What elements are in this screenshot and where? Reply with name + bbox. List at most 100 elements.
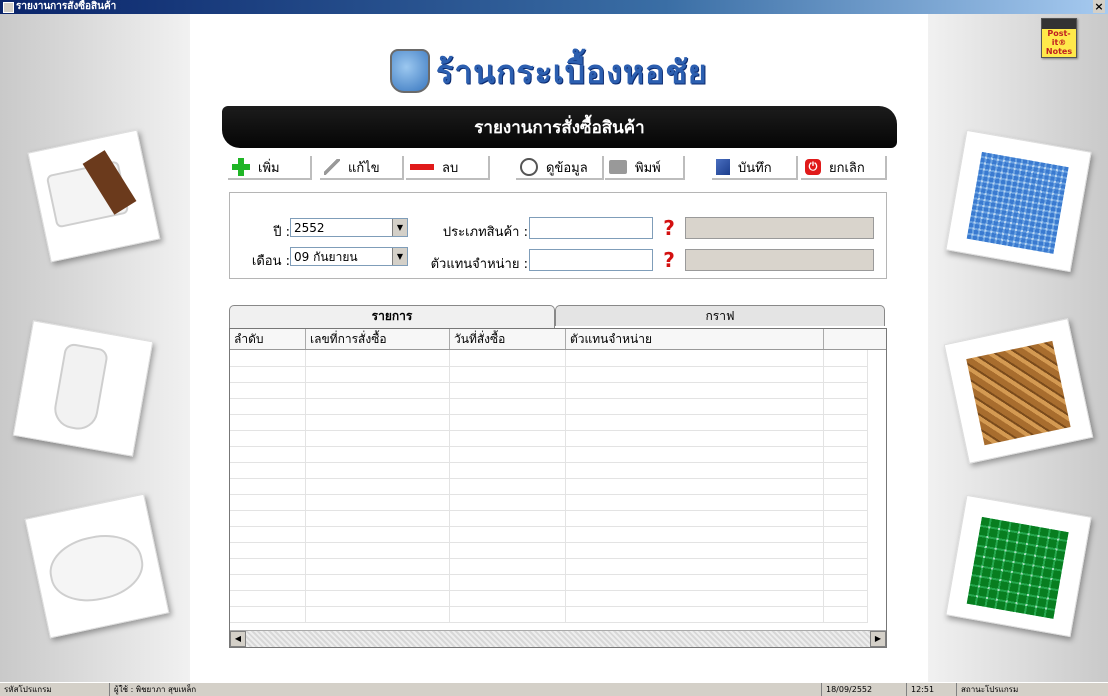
table-cell bbox=[306, 526, 450, 542]
delete-label: ลบ bbox=[442, 160, 459, 176]
month-select[interactable]: 09 กันยายน ▼ bbox=[290, 247, 408, 266]
table-cell bbox=[566, 446, 824, 462]
table-cell bbox=[824, 558, 868, 574]
table-row[interactable] bbox=[230, 478, 868, 495]
col-header-agent[interactable]: ตัวแทนจำหน่าย bbox=[566, 329, 824, 349]
table-row[interactable] bbox=[230, 542, 868, 559]
table-cell bbox=[230, 446, 306, 462]
table-row[interactable] bbox=[230, 526, 868, 543]
table-row[interactable] bbox=[230, 350, 868, 367]
edit-label: แก้ไข bbox=[348, 160, 380, 176]
table-cell bbox=[450, 478, 566, 494]
table-cell bbox=[566, 558, 824, 574]
table-row[interactable] bbox=[230, 462, 868, 479]
table-cell bbox=[306, 366, 450, 382]
table-cell bbox=[566, 510, 824, 526]
col-header-order-no[interactable]: เลขที่การสั่งซื้อ bbox=[306, 329, 450, 349]
cancel-button[interactable]: ⏻ ยกเลิก bbox=[801, 156, 887, 180]
status-bar: รหัสโปรแกรม ผู้ใช้ : พิชยาภา สุขเหล็ก 18… bbox=[0, 682, 1108, 696]
printer-icon bbox=[609, 160, 627, 174]
close-button[interactable]: × bbox=[1093, 0, 1105, 13]
table-cell bbox=[450, 414, 566, 430]
table-row[interactable] bbox=[230, 574, 868, 591]
table-row[interactable] bbox=[230, 606, 868, 623]
col-header-extra bbox=[824, 329, 886, 349]
table-cell bbox=[450, 446, 566, 462]
add-button[interactable]: เพิ่ม bbox=[228, 156, 312, 180]
table-cell bbox=[566, 590, 824, 606]
table-cell bbox=[566, 398, 824, 414]
tab-list[interactable]: รายการ bbox=[229, 305, 555, 328]
product-type-help-icon[interactable]: ? bbox=[662, 217, 676, 239]
magnifier-icon bbox=[520, 158, 538, 176]
minus-icon bbox=[410, 164, 434, 170]
table-cell bbox=[450, 590, 566, 606]
table-row[interactable] bbox=[230, 446, 868, 463]
post-it-notes-icon[interactable]: Post-it® Notes bbox=[1041, 18, 1077, 58]
table-cell bbox=[824, 350, 868, 366]
table-cell bbox=[306, 542, 450, 558]
sink-photo bbox=[27, 129, 161, 263]
table-cell bbox=[566, 542, 824, 558]
status-time: 12:51 bbox=[907, 683, 957, 696]
table-cell bbox=[824, 478, 868, 494]
table-row[interactable] bbox=[230, 366, 868, 383]
agent-help-icon[interactable]: ? bbox=[662, 249, 676, 271]
table-cell bbox=[566, 350, 824, 366]
table-cell bbox=[230, 430, 306, 446]
table-cell bbox=[230, 478, 306, 494]
table-cell bbox=[566, 526, 824, 542]
table-cell bbox=[450, 430, 566, 446]
table-cell bbox=[230, 558, 306, 574]
scroll-right-icon[interactable]: ▶ bbox=[870, 631, 886, 647]
table-cell bbox=[306, 446, 450, 462]
table-cell bbox=[824, 542, 868, 558]
table-cell bbox=[566, 414, 824, 430]
product-type-input[interactable] bbox=[529, 217, 653, 239]
table-cell bbox=[824, 382, 868, 398]
year-dropdown-arrow-icon[interactable]: ▼ bbox=[392, 219, 407, 236]
table-cell bbox=[306, 494, 450, 510]
urinal-photo bbox=[12, 320, 154, 457]
table-cell bbox=[566, 574, 824, 590]
table-row[interactable] bbox=[230, 510, 868, 527]
table-cell bbox=[230, 398, 306, 414]
table-row[interactable] bbox=[230, 494, 868, 511]
year-select[interactable]: 2552 ▼ bbox=[290, 218, 408, 237]
edit-button[interactable]: แก้ไข bbox=[320, 156, 404, 180]
table-cell bbox=[230, 526, 306, 542]
table-row[interactable] bbox=[230, 430, 868, 447]
order-grid[interactable]: ลำดับ เลขที่การสั่งซื้อ วันที่สั่งซื้อ ต… bbox=[229, 328, 887, 648]
print-button[interactable]: พิมพ์ bbox=[605, 156, 685, 180]
table-row[interactable] bbox=[230, 398, 868, 415]
month-value: 09 กันยายน bbox=[294, 250, 358, 264]
tab-graph[interactable]: กราฟ bbox=[555, 305, 885, 326]
horizontal-scrollbar[interactable]: ◀ ▶ bbox=[230, 630, 886, 647]
save-button[interactable]: บันทึก bbox=[712, 156, 798, 180]
table-cell bbox=[230, 350, 306, 366]
col-header-order-date[interactable]: วันที่สั่งซื้อ bbox=[450, 329, 566, 349]
table-cell bbox=[824, 494, 868, 510]
table-cell bbox=[230, 414, 306, 430]
table-cell bbox=[450, 510, 566, 526]
status-program-code: รหัสโปรแกรม bbox=[0, 683, 110, 696]
table-cell bbox=[450, 558, 566, 574]
table-cell bbox=[230, 542, 306, 558]
table-cell bbox=[566, 382, 824, 398]
table-cell bbox=[306, 462, 450, 478]
agent-input[interactable] bbox=[529, 249, 653, 271]
table-row[interactable] bbox=[230, 590, 868, 607]
table-row[interactable] bbox=[230, 414, 868, 431]
scroll-left-icon[interactable]: ◀ bbox=[230, 631, 246, 647]
table-cell bbox=[306, 574, 450, 590]
agent-label: ตัวแทนจำหน่าย : bbox=[430, 257, 528, 272]
table-cell bbox=[306, 510, 450, 526]
table-row[interactable] bbox=[230, 382, 868, 399]
table-cell bbox=[566, 606, 824, 622]
col-header-seq[interactable]: ลำดับ bbox=[230, 329, 306, 349]
table-row[interactable] bbox=[230, 558, 868, 575]
month-dropdown-arrow-icon[interactable]: ▼ bbox=[392, 248, 407, 265]
view-button[interactable]: ดูข้อมูล bbox=[516, 156, 604, 180]
report-title: รายงานการสั่งซื้อสินค้า bbox=[474, 118, 645, 138]
delete-button[interactable]: ลบ bbox=[406, 156, 490, 180]
